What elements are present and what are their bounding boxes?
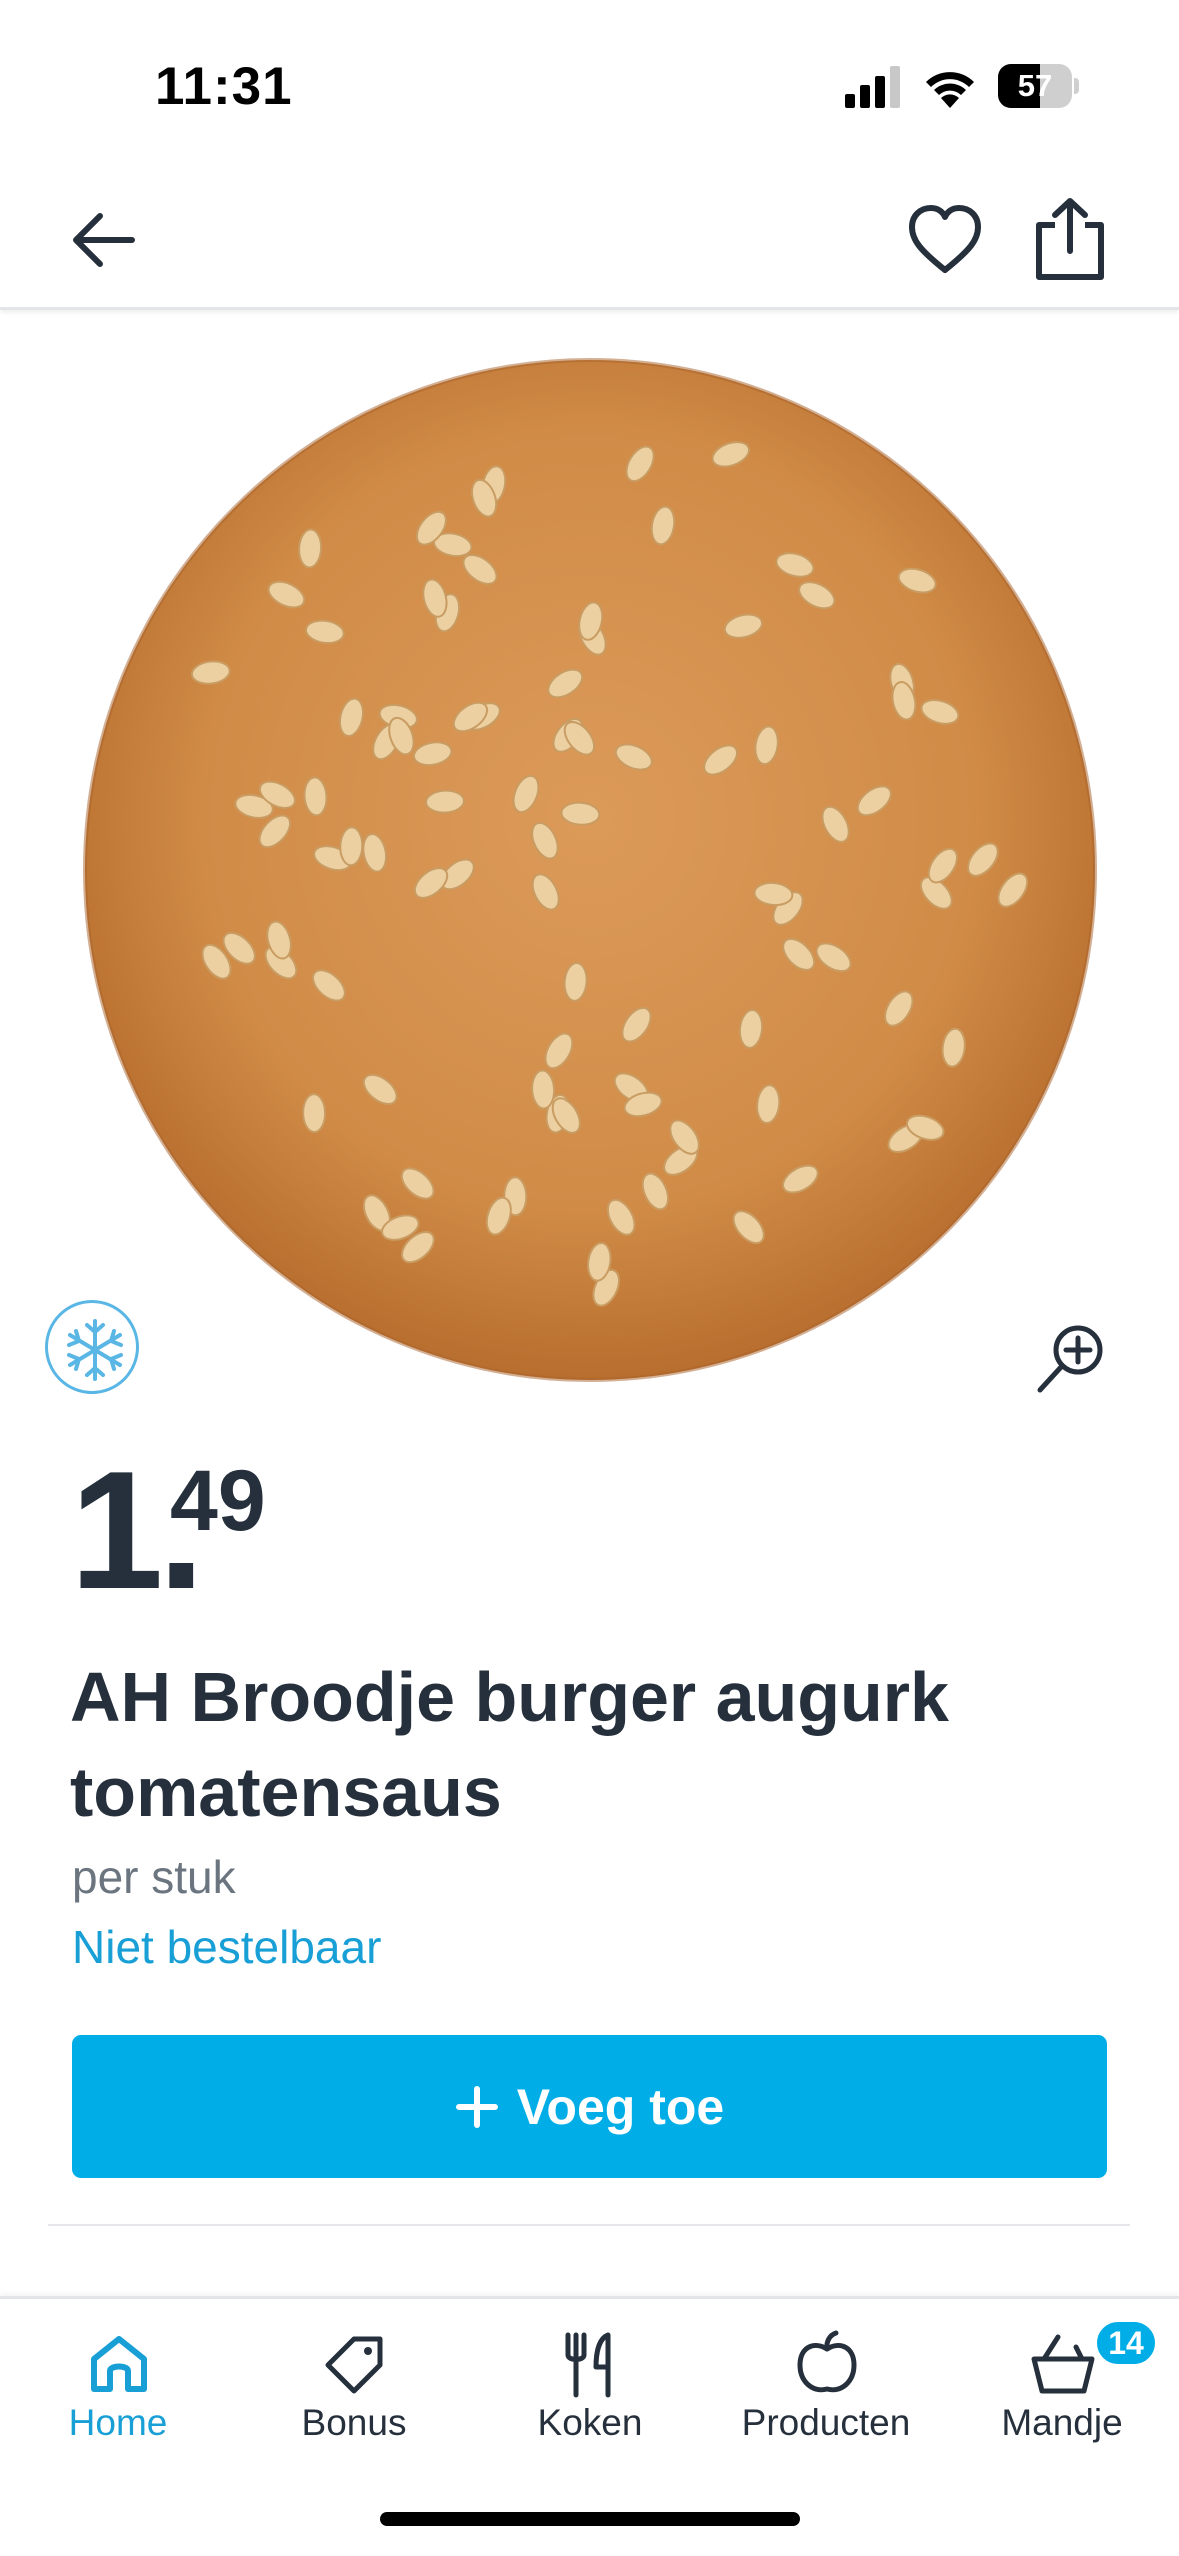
product-image[interactable] <box>70 345 1115 1395</box>
add-to-cart-button[interactable]: Voeg toe <box>72 2035 1107 2178</box>
share-button[interactable] <box>1025 195 1115 285</box>
price-whole: 1 <box>70 1436 163 1624</box>
plus-icon <box>455 2085 498 2128</box>
tab-label-bonus: Bonus <box>301 2402 407 2443</box>
tab-bonus[interactable]: Bonus <box>236 2299 472 2469</box>
product-title: AH Broodje burger augurk tomatensaus <box>70 1658 949 1831</box>
divider <box>48 2224 1130 2226</box>
battery-level: 57 <box>1017 68 1053 103</box>
home-icon <box>91 2336 147 2392</box>
share-icon <box>1036 198 1104 280</box>
availability-text[interactable]: Niet bestelbaar <box>72 1920 381 1974</box>
unit-text: per stuk <box>72 1851 236 1903</box>
wifi-icon <box>926 72 974 108</box>
tab-koken[interactable]: Koken <box>472 2299 708 2469</box>
cutlery-icon <box>565 2332 611 2398</box>
tab-label-producten: Producten <box>741 2402 911 2443</box>
zoom-in-icon <box>1037 1325 1103 1393</box>
home-indicator <box>380 2512 800 2526</box>
heart-icon <box>909 205 981 273</box>
cart-count-badge: 14 <box>1094 2319 1158 2367</box>
tab-label-koken: Koken <box>537 2402 643 2443</box>
tab-label-home: Home <box>68 2402 168 2443</box>
product-detail-screen: 11:31 57 1 . 49 AH Broodje burger augurk… <box>0 0 1179 2556</box>
signal-icon <box>845 66 900 108</box>
battery-icon: 57 <box>998 64 1079 108</box>
basket-icon <box>1031 2334 1095 2394</box>
status-bar: 11:31 57 <box>0 0 1179 170</box>
tab-producten[interactable]: Producten <box>708 2299 944 2469</box>
tab-home[interactable]: Home <box>0 2299 236 2469</box>
top-navigation-bar <box>0 170 1179 310</box>
favorite-button[interactable] <box>900 200 990 280</box>
apple-icon <box>797 2330 857 2393</box>
sesame-seed <box>339 826 364 867</box>
tab-mandje[interactable]: 14 Mandje <box>944 2299 1179 2469</box>
sesame-seed <box>302 1093 327 1134</box>
tag-icon <box>325 2336 383 2394</box>
tab-label-mandje: Mandje <box>1001 2402 1123 2443</box>
zoom-button[interactable] <box>1032 1318 1112 1398</box>
arrow-left-icon <box>73 213 135 267</box>
back-button[interactable] <box>60 200 150 280</box>
price-cents: 49 <box>170 1453 266 1549</box>
add-button-label: Voeg toe <box>516 2078 725 2135</box>
frozen-badge <box>45 1300 139 1394</box>
snowflake-icon <box>67 1319 123 1381</box>
status-time: 11:31 <box>155 57 293 116</box>
